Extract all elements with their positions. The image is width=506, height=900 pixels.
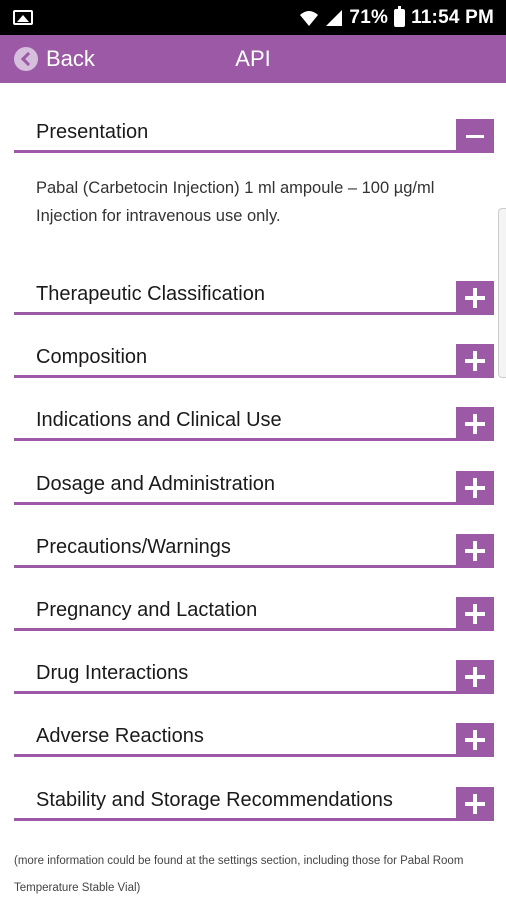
section-divider <box>14 754 494 758</box>
scrollbar[interactable] <box>498 208 506 378</box>
expand-button[interactable] <box>456 786 494 821</box>
back-chevron-icon <box>14 47 38 71</box>
plus-icon-stroke <box>473 730 477 751</box>
plus-icon-stroke <box>473 288 477 308</box>
section-row[interactable]: Dosage and Administration <box>14 445 494 505</box>
section-title: Composition <box>36 346 148 369</box>
wifi-icon <box>300 11 319 26</box>
battery-icon <box>394 6 406 27</box>
section-divider <box>14 817 494 821</box>
section-divider <box>14 375 494 379</box>
section-title: Pregnancy and Lactation <box>36 599 258 621</box>
plus-icon-stroke <box>473 414 477 435</box>
status-icons: 71% 11:54 PM <box>299 5 494 31</box>
section-divider <box>14 628 494 631</box>
section-row[interactable]: Adverse Reactions <box>14 697 494 758</box>
expand-button[interactable] <box>456 281 494 315</box>
section-title: Drug Interactions <box>36 662 189 685</box>
signal-icon <box>326 10 343 26</box>
expand-button[interactable] <box>456 660 494 695</box>
section-divider <box>14 438 494 442</box>
plus-icon-stroke <box>473 351 477 372</box>
section-row[interactable]: Therapeutic Classification <box>14 255 494 315</box>
plus-icon-stroke <box>473 667 477 688</box>
section-title: Dosage and Administration <box>36 472 276 495</box>
collapse-button[interactable] <box>456 119 494 153</box>
battery-percent: 71% <box>349 7 389 28</box>
section-title: Precautions/Warnings <box>36 535 231 558</box>
section-presentation[interactable]: Presentation <box>14 93 494 153</box>
expand-button[interactable] <box>456 470 494 505</box>
image-notification-icon <box>13 10 33 25</box>
section-divider <box>14 691 494 695</box>
section-row[interactable]: Pregnancy and Lactation <box>14 571 494 631</box>
app-header: API Back <box>0 35 506 83</box>
section-divider <box>14 564 494 568</box>
expand-button[interactable] <box>456 407 494 442</box>
section-row[interactable]: Indications and Clinical Use <box>14 381 494 442</box>
section-title: Stability and Storage Recommendations <box>36 788 393 811</box>
plus-icon-stroke <box>473 477 477 498</box>
expand-button[interactable] <box>456 344 494 379</box>
section-title: Therapeutic Classification <box>36 283 265 305</box>
section-title: Adverse Reactions <box>36 725 204 748</box>
plus-icon-stroke <box>473 540 477 561</box>
back-button[interactable]: Back <box>14 43 95 75</box>
section-divider <box>14 501 494 505</box>
section-divider <box>14 150 494 153</box>
section-divider <box>14 312 494 315</box>
expand-button[interactable] <box>456 723 494 758</box>
expand-button[interactable] <box>456 597 494 631</box>
back-label: Back <box>46 46 95 71</box>
section-title: Presentation <box>36 121 149 143</box>
plus-icon-stroke <box>473 793 477 814</box>
presentation-text: Pabal (Carbetocin Injection) 1 ml ampoul… <box>36 179 435 225</box>
status-bar: 71% 11:54 PM <box>0 0 506 35</box>
clock: 11:54 PM <box>411 7 494 28</box>
section-row[interactable]: Stability and Storage Recommendations <box>14 761 494 821</box>
section-row[interactable]: Precautions/Warnings <box>14 508 494 568</box>
section-row[interactable]: Composition <box>14 318 494 379</box>
section-row[interactable]: Drug Interactions <box>14 634 494 695</box>
expand-button[interactable] <box>456 533 494 568</box>
section-title: Indications and Clinical Use <box>36 409 282 432</box>
minus-icon <box>466 135 484 138</box>
footer-note: (more information could be found at the … <box>14 855 464 894</box>
plus-icon-stroke <box>473 604 477 624</box>
